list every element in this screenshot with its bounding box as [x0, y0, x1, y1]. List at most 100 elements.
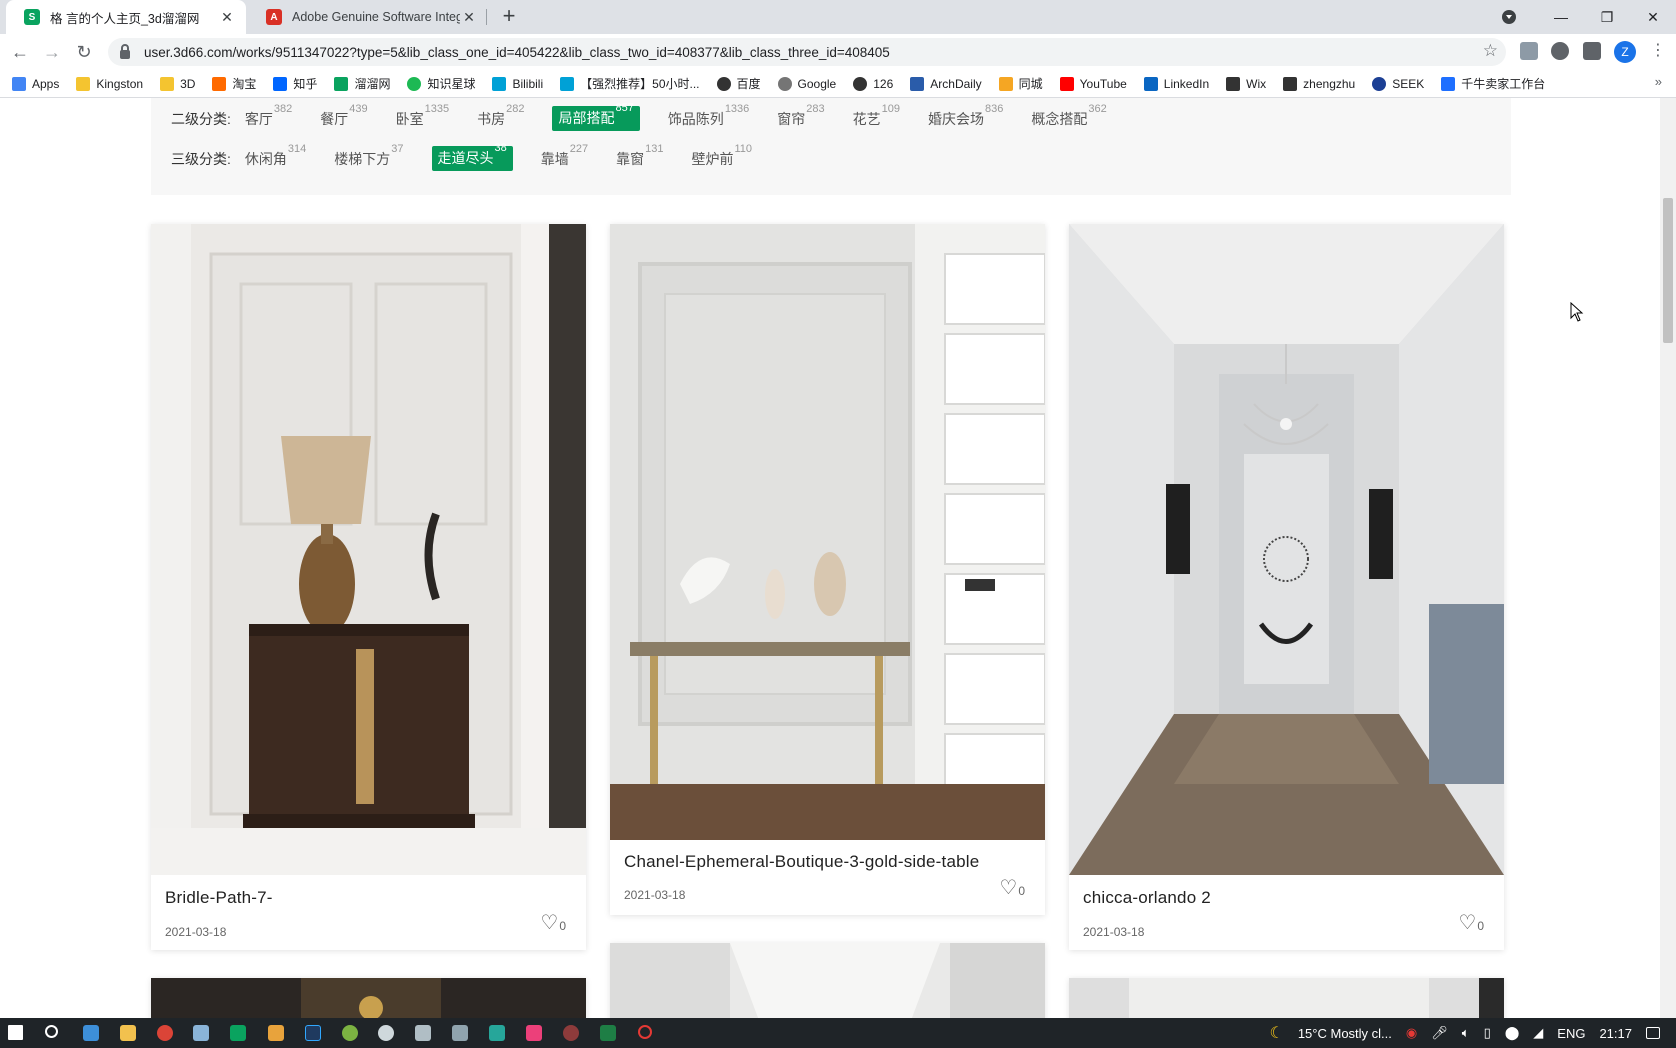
work-thumbnail[interactable] [151, 978, 586, 1018]
work-title[interactable]: Chanel-Ephemeral-Boutique-3-gold-side-ta… [624, 852, 979, 872]
work-card[interactable]: Bridle-Path-7- 2021-03-18 ♡ 0 [151, 224, 586, 950]
bookmark-3d66[interactable]: 溜溜网 [334, 75, 390, 92]
page-scrollbar[interactable] [1660, 98, 1676, 1018]
filter-chip-wedding-venue[interactable]: 婚庆会场 836 [928, 103, 1003, 129]
extension-image-icon[interactable] [1520, 42, 1538, 60]
new-tab-button[interactable]: + [496, 4, 522, 30]
wechat-icon[interactable] [342, 1025, 358, 1041]
bookmark-archdaily[interactable]: ArchDaily [910, 76, 982, 91]
app-icon[interactable] [378, 1025, 394, 1041]
filter-chip-study[interactable]: 书房 282 [477, 103, 524, 129]
bookmark-3d[interactable]: 3D [160, 76, 195, 91]
excel-icon[interactable] [600, 1025, 616, 1041]
work-thumbnail[interactable] [1069, 978, 1504, 1018]
app-icon[interactable] [526, 1025, 542, 1041]
filter-chip-living-room[interactable]: 客厅 382 [245, 103, 292, 129]
filter-chip-dining-room[interactable]: 餐厅 439 [320, 103, 367, 129]
close-tab-icon[interactable]: ✕ [218, 9, 236, 26]
photoshop-icon[interactable] [305, 1025, 321, 1041]
filter-chip-corridor-end[interactable]: 走道尽头 38 [431, 142, 513, 171]
bookmark-apps[interactable]: Apps [12, 76, 59, 91]
app-icon[interactable] [563, 1025, 579, 1041]
work-thumbnail[interactable] [151, 224, 586, 875]
filter-chip-by-window[interactable]: 靠窗 131 [616, 143, 663, 169]
tab-3d66-profile[interactable]: S 格 言的个人主页_3d溜溜网 ✕ [6, 0, 246, 34]
volume-icon[interactable]: 🔈︎ [1462, 1025, 1470, 1041]
work-thumbnail[interactable] [610, 224, 1045, 840]
filter-chip-partial-styling[interactable]: 局部搭配 857 [552, 102, 640, 131]
work-card[interactable] [151, 978, 586, 1018]
bookmark-zhihu[interactable]: 知乎 [273, 75, 317, 92]
reload-icon[interactable]: ↻ [72, 40, 96, 64]
battery-icon[interactable]: ▯ [1484, 1025, 1491, 1041]
bookmark-linkedin[interactable]: LinkedIn [1143, 76, 1209, 91]
filter-chip-under-stairs[interactable]: 楼梯下方 37 [334, 143, 403, 169]
scrollbar-thumb[interactable] [1663, 198, 1673, 343]
clock[interactable]: 21:17 [1599, 1026, 1632, 1041]
work-title[interactable]: Bridle-Path-7- [165, 888, 273, 908]
restore-button[interactable]: ❐ [1584, 9, 1630, 26]
bookmark-zhengzhu[interactable]: zhengzhu [1283, 76, 1355, 91]
bookmark-kingston[interactable]: Kingston [76, 76, 143, 91]
record-icon[interactable] [638, 1025, 652, 1039]
address-bar[interactable]: user.3d66.com/works/9511347022?type=5&li… [108, 38, 1506, 66]
bookmark-baidu[interactable]: 百度 [716, 75, 761, 92]
work-card[interactable]: Chanel-Ephemeral-Boutique-3-gold-side-ta… [610, 224, 1045, 915]
bookmark-tongcheng[interactable]: 同城 [998, 75, 1043, 92]
microphone-icon[interactable]: 🎤︎ [1431, 1025, 1448, 1041]
work-title[interactable]: chicca-orlando 2 [1083, 888, 1211, 908]
minimize-button[interactable]: — [1538, 9, 1584, 25]
filter-chip-floral[interactable]: 花艺 109 [853, 103, 900, 129]
like-button[interactable]: ♡ 0 [540, 913, 566, 933]
filter-chip-bedroom[interactable]: 卧室 1335 [396, 103, 449, 129]
tray-app-icon[interactable]: ⬤ [1505, 1025, 1520, 1041]
bookmarks-overflow-icon[interactable]: » [1655, 74, 1662, 89]
calculator-icon[interactable] [193, 1025, 209, 1041]
close-tab-icon[interactable]: ✕ [460, 9, 478, 26]
tab-search-icon[interactable] [1502, 10, 1516, 24]
work-card[interactable] [1069, 978, 1504, 1018]
3d66-app-icon[interactable] [230, 1025, 246, 1041]
work-thumbnail[interactable] [610, 943, 1045, 1018]
bookmark-bilibili[interactable]: Bilibili [492, 76, 543, 91]
like-button[interactable]: ♡ 0 [1458, 913, 1484, 933]
bookmark-126[interactable]: 126 [853, 76, 893, 91]
app-icon[interactable] [489, 1025, 505, 1041]
profile-avatar[interactable]: Z [1614, 41, 1636, 63]
bookmark-seek[interactable]: SEEK [1372, 76, 1424, 91]
file-explorer-icon[interactable] [120, 1025, 136, 1041]
filter-chip-concept[interactable]: 概念搭配 362 [1031, 103, 1106, 129]
work-card[interactable]: chicca-orlando 2 2021-03-18 ♡ 0 [1069, 224, 1504, 950]
bookmark-youtube[interactable]: YouTube [1059, 76, 1127, 91]
bookmark-zsxq[interactable]: 知识星球 [407, 75, 475, 92]
browser-menu-icon[interactable]: ⋮ [1650, 40, 1666, 60]
work-thumbnail[interactable] [1069, 224, 1504, 875]
filter-chip-by-fireplace[interactable]: 壁炉前 110 [691, 143, 752, 169]
record-tray-icon[interactable]: ◉ [1406, 1025, 1417, 1041]
windows-start-icon[interactable] [8, 1025, 23, 1040]
app-icon[interactable] [415, 1025, 431, 1041]
extension-globe-icon[interactable] [1551, 42, 1569, 60]
filter-chip-lounge-corner[interactable]: 休闲角 314 [245, 143, 306, 169]
filter-chip-curtains[interactable]: 窗帘 283 [777, 103, 824, 129]
search-icon[interactable] [45, 1025, 58, 1038]
like-button[interactable]: ♡ 0 [999, 878, 1025, 898]
chrome-icon[interactable] [157, 1025, 173, 1041]
work-card[interactable] [610, 943, 1045, 1018]
network-icon[interactable]: ◢ [1533, 1025, 1543, 1041]
language-indicator[interactable]: ENG [1557, 1026, 1585, 1041]
filter-chip-decor-display[interactable]: 饰品陈列 1336 [668, 103, 749, 129]
back-arrow-icon[interactable]: ← [8, 40, 32, 64]
app-icon[interactable] [268, 1025, 284, 1041]
bookmark-star-icon[interactable]: ☆ [1483, 41, 1498, 61]
bookmark-bilibili-course[interactable]: 【强烈推荐】50小时... [560, 75, 700, 92]
tab-adobe[interactable]: A Adobe Genuine Software Integrit ✕ [248, 0, 488, 34]
bookmark-google[interactable]: Google [777, 76, 836, 91]
forward-arrow-icon[interactable]: → [40, 40, 64, 64]
weather-text[interactable]: 15°C Mostly cl... [1298, 1026, 1392, 1041]
app-icon[interactable] [452, 1025, 468, 1041]
close-window-button[interactable]: ✕ [1630, 9, 1676, 26]
bookmark-taobao[interactable]: 淘宝 [212, 75, 256, 92]
bookmark-qianniu[interactable]: 千牛卖家工作台 [1441, 75, 1545, 92]
task-view-icon[interactable] [83, 1025, 99, 1041]
